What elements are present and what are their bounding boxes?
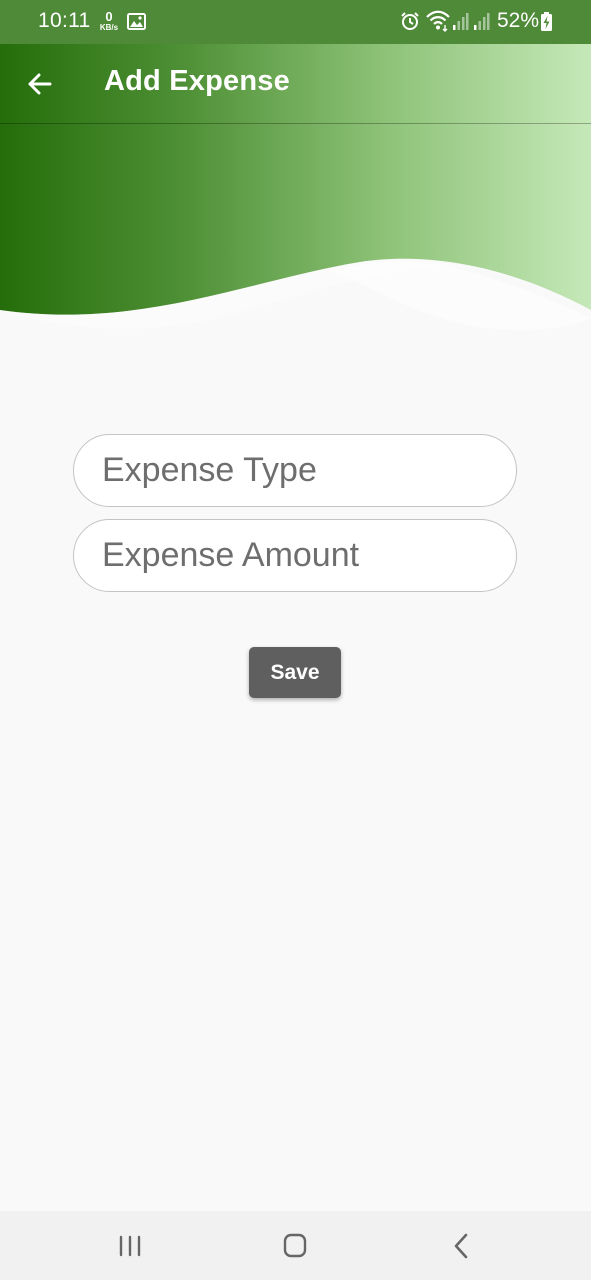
expense-amount-field[interactable]	[73, 519, 517, 592]
recents-icon[interactable]	[110, 1229, 150, 1263]
page-title: Add Expense	[104, 65, 290, 97]
arrow-left-icon[interactable]	[20, 64, 60, 104]
expense-type-input[interactable]	[74, 435, 516, 506]
expense-amount-input[interactable]	[74, 520, 516, 591]
network-speed: 0 KB/s	[98, 10, 120, 32]
battery-percent: 52%	[497, 9, 540, 32]
back-icon[interactable]	[441, 1229, 481, 1263]
image-icon	[127, 13, 146, 30]
network-speed-unit: KB/s	[99, 23, 119, 32]
alarm-icon	[401, 12, 419, 30]
home-icon[interactable]	[275, 1229, 315, 1263]
network-speed-value: 0	[105, 9, 113, 24]
battery-charging-icon	[541, 12, 552, 31]
system-navigation-bar	[0, 1211, 591, 1280]
save-button[interactable]: Save	[249, 647, 341, 698]
signal-icon	[474, 13, 490, 30]
status-time: 10:11	[38, 9, 91, 32]
app-bar: Add Expense	[0, 44, 591, 124]
wifi-icon	[426, 10, 450, 32]
expense-type-field[interactable]	[73, 434, 517, 507]
signal-icon	[453, 13, 469, 30]
status-bar: 10:11 0 KB/s 52%	[0, 0, 591, 44]
